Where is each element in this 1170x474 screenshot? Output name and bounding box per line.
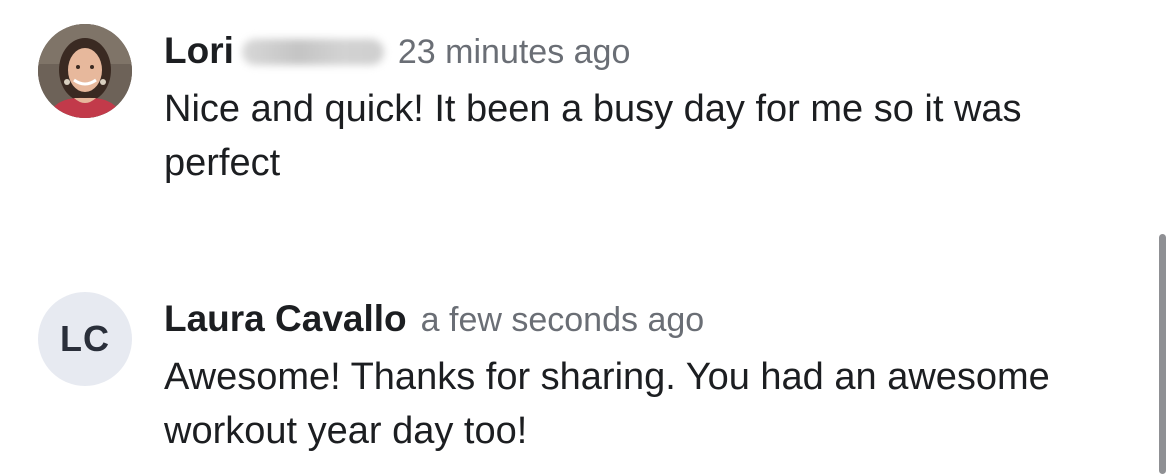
user-photo-icon <box>38 24 132 118</box>
avatar-initials: LC <box>60 318 110 359</box>
timestamp[interactable]: a few seconds ago <box>421 301 705 340</box>
comment-text: Awesome! Thanks for sharing. You had an … <box>164 356 1050 452</box>
comment-body: Lori 23 minutes ago Nice and quick! It b… <box>164 30 1144 190</box>
timestamp[interactable]: 23 minutes ago <box>398 33 631 72</box>
comment-meta: Lori 23 minutes ago <box>164 30 1144 74</box>
scrollbar[interactable] <box>1159 234 1166 474</box>
avatar[interactable] <box>38 24 132 118</box>
avatar[interactable]: LC <box>38 292 132 386</box>
author-name[interactable]: Laura Cavallo <box>164 298 407 340</box>
comment-body: Laura Cavallo a few seconds ago Awesome!… <box>164 298 1144 458</box>
comment-text: Nice and quick! It been a busy day for m… <box>164 88 1022 184</box>
author-name[interactable]: Lori <box>164 30 234 72</box>
comment-meta: Laura Cavallo a few seconds ago <box>164 298 1144 342</box>
redacted-surname <box>241 39 384 65</box>
